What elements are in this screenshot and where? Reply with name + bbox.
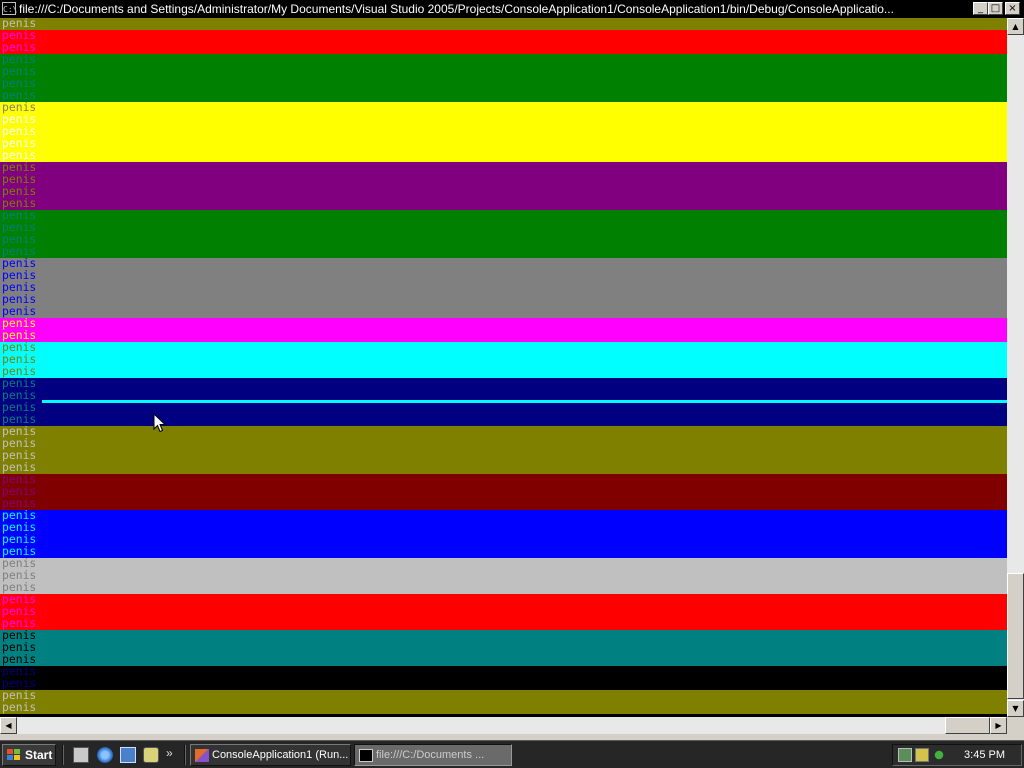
console-row: penis bbox=[0, 401, 1007, 414]
console-text: penis bbox=[2, 700, 37, 714]
minimize-button[interactable]: _ bbox=[973, 2, 988, 15]
mouse-cursor-icon bbox=[153, 413, 167, 433]
console-text-cell: penis bbox=[0, 700, 42, 714]
console-row: penis bbox=[0, 485, 1007, 498]
desktop-icon[interactable] bbox=[73, 747, 89, 763]
console-row: penis bbox=[0, 233, 1007, 246]
visual-studio-icon bbox=[195, 749, 209, 762]
console-row: penis bbox=[0, 77, 1007, 90]
console-row: penis bbox=[0, 629, 1007, 642]
console-row: penis bbox=[0, 689, 1007, 702]
close-button[interactable]: × bbox=[1005, 2, 1020, 15]
scroll-up-button[interactable]: ▲ bbox=[1007, 18, 1024, 35]
console-highlight-line bbox=[42, 400, 1007, 403]
console-row: penis bbox=[0, 257, 1007, 270]
console-row: penis bbox=[0, 353, 1007, 366]
console-row: penis bbox=[0, 605, 1007, 618]
window-title: file:///C:/Documents and Settings/Admini… bbox=[19, 2, 894, 16]
console-row: penis bbox=[0, 365, 1007, 378]
console-row: penis bbox=[0, 521, 1007, 534]
console-row: penis bbox=[0, 557, 1007, 570]
system-tray: 3:45 PM bbox=[892, 744, 1022, 766]
scroll-down-button[interactable]: ▼ bbox=[1007, 700, 1024, 717]
console-row: penis bbox=[0, 269, 1007, 282]
task-visual-studio[interactable]: ConsoleApplication1 (Run... bbox=[190, 744, 351, 766]
console-row: penis bbox=[0, 113, 1007, 126]
outlook-express-icon[interactable] bbox=[120, 747, 136, 763]
horizontal-scroll-thumb[interactable] bbox=[945, 717, 990, 734]
vertical-scroll-thumb[interactable] bbox=[1007, 573, 1024, 699]
windows-flag-icon bbox=[7, 749, 21, 761]
console-row: penis bbox=[0, 221, 1007, 234]
scroll-right-button[interactable]: ▶ bbox=[990, 717, 1007, 734]
security-icon[interactable] bbox=[915, 748, 929, 762]
console-row: penis bbox=[0, 569, 1007, 582]
console-row: penis bbox=[0, 533, 1007, 546]
console-row: penis bbox=[0, 665, 1007, 678]
console-row: penis bbox=[0, 593, 1007, 606]
console-row: penis bbox=[0, 185, 1007, 198]
console-row: penis bbox=[0, 497, 1007, 510]
console-row: penis bbox=[0, 449, 1007, 462]
console-icon bbox=[359, 749, 373, 762]
console-row: penis bbox=[0, 18, 1007, 30]
console-row: penis bbox=[0, 317, 1007, 330]
console-row: penis bbox=[0, 641, 1007, 654]
console-row: penis bbox=[0, 617, 1007, 630]
messenger-icon[interactable] bbox=[932, 748, 946, 762]
console-row: penis bbox=[0, 245, 1007, 258]
console-row: penis bbox=[0, 209, 1007, 222]
task-label: ConsoleApplication1 (Run... bbox=[212, 749, 349, 761]
window-title-bar[interactable]: C:\ file:///C:/Documents and Settings/Ad… bbox=[0, 0, 1024, 18]
task-label: file:///C:/Documents ... bbox=[376, 749, 485, 761]
console-row: penis bbox=[0, 653, 1007, 666]
console-row: penis bbox=[0, 101, 1007, 114]
console-row: penis bbox=[0, 700, 1007, 714]
console-row: penis bbox=[0, 161, 1007, 174]
console-row: penis bbox=[0, 149, 1007, 162]
console-row: penis bbox=[0, 125, 1007, 138]
console-row: penis bbox=[0, 89, 1007, 102]
console-row: penis bbox=[0, 281, 1007, 294]
taskbar-separator bbox=[184, 745, 186, 765]
console-row: penis bbox=[0, 581, 1007, 594]
start-button[interactable]: Start bbox=[2, 744, 56, 766]
horizontal-scrollbar[interactable]: ◀ ▶ bbox=[0, 717, 1007, 734]
console-row: penis bbox=[0, 65, 1007, 78]
console-row: penis bbox=[0, 509, 1007, 522]
console-row: penis bbox=[0, 53, 1007, 66]
network-icon[interactable] bbox=[898, 748, 912, 762]
internet-explorer-icon[interactable] bbox=[97, 747, 113, 763]
console-row: penis bbox=[0, 425, 1007, 438]
clock[interactable]: 3:45 PM bbox=[964, 745, 1005, 765]
scrollbar-corner bbox=[1007, 717, 1024, 734]
console-output[interactable]: penis penis penis penis penis penis penis penis… bbox=[0, 18, 1007, 717]
console-row: penis bbox=[0, 461, 1007, 474]
console-row: penis bbox=[0, 377, 1007, 390]
taskbar: Start » ConsoleApplication1 (Run... file… bbox=[0, 740, 1024, 768]
task-console-window[interactable]: file:///C:/Documents ... bbox=[354, 744, 512, 766]
console-row: penis bbox=[0, 137, 1007, 150]
console-row: penis bbox=[0, 329, 1007, 342]
taskbar-separator bbox=[62, 745, 64, 765]
console-row: penis bbox=[0, 677, 1007, 690]
console-row: penis bbox=[0, 41, 1007, 54]
scroll-left-button[interactable]: ◀ bbox=[0, 717, 17, 734]
search-icon[interactable] bbox=[143, 747, 159, 763]
console-row: penis bbox=[0, 473, 1007, 486]
console-row: penis bbox=[0, 413, 1007, 426]
console-row: penis bbox=[0, 437, 1007, 450]
console-row: penis bbox=[0, 305, 1007, 318]
start-label: Start bbox=[25, 748, 53, 762]
console-row: penis bbox=[0, 29, 1007, 42]
console-row: penis bbox=[0, 197, 1007, 210]
console-row: penis bbox=[0, 545, 1007, 558]
maximize-button[interactable]: □ bbox=[988, 2, 1003, 15]
console-row: penis bbox=[0, 341, 1007, 354]
vertical-scrollbar[interactable]: ▲ ▼ bbox=[1007, 18, 1024, 717]
console-row: penis bbox=[0, 173, 1007, 186]
quick-launch-more-button[interactable]: » bbox=[166, 745, 173, 761]
console-row: penis bbox=[0, 293, 1007, 306]
console-icon[interactable]: C:\ bbox=[2, 2, 17, 15]
